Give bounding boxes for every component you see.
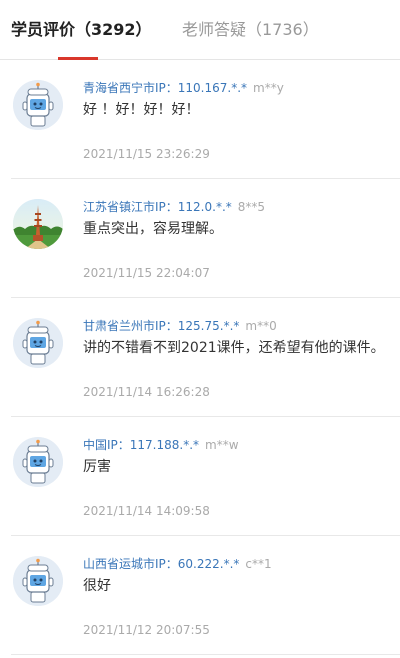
review-item: 青海省西宁市IP：110.167.*.* m**y 好 ！好！好！好！ 2021/… [11, 60, 400, 179]
review-timestamp: 2021/11/12 20:07:55 [83, 623, 210, 637]
reviewer-name: c**1 [245, 557, 272, 571]
reviewer-name: m**0 [245, 319, 277, 333]
review-item: 中国IP：117.188.*.* m**w 厉害 2021/11/14 14:09… [11, 417, 400, 536]
tab-bar: 学员评价（3292） 老师答疑（1736） [0, 0, 400, 60]
review-meta: 山西省运城市IP：60.222.*.* c**1 [83, 556, 272, 572]
review-text: 很好 [83, 578, 111, 594]
review-item: 江苏省镇江市IP：112.0.*.* 8**5 重点突出，容易理解。 2021/1… [11, 179, 400, 298]
review-text: 重点突出，容易理解。 [83, 221, 223, 237]
robot-avatar-icon [13, 318, 63, 368]
tab-teacher-answers[interactable]: 老师答疑（1736） [182, 19, 319, 41]
robot-avatar-icon [13, 556, 63, 606]
review-meta: 甘肃省兰州市IP：125.75.*.* m**0 [83, 318, 277, 334]
reviewer-name: 8**5 [237, 200, 266, 214]
review-text: 厉害 [83, 459, 111, 475]
review-meta: 青海省西宁市IP：110.167.*.* m**y [83, 80, 284, 96]
review-item: 山西省运城市IP：60.222.*.* c**1 很好 2021/11/12 20… [11, 536, 400, 655]
robot-avatar-icon [13, 437, 63, 487]
review-item: 甘肃省兰州市IP：125.75.*.* m**0 讲的不错看不到2021课件，还希… [11, 298, 400, 417]
review-text: 好 ！好！好！好！ [83, 102, 200, 118]
review-timestamp: 2021/11/14 16:26:28 [83, 385, 210, 399]
reviewer-name: m**y [253, 81, 284, 95]
reviewer-name: m**w [205, 438, 239, 452]
robot-avatar-icon [13, 80, 63, 130]
tab-student-reviews[interactable]: 学员评价（3292） [11, 19, 152, 41]
review-meta: 江苏省镇江市IP：112.0.*.* 8**5 [83, 199, 265, 215]
review-text: 讲的不错看不到2021课件，还希望有他的课件。 [83, 340, 385, 356]
review-timestamp: 2021/11/14 14:09:58 [83, 504, 210, 518]
review-meta: 中国IP：117.188.*.* m**w [83, 437, 239, 453]
reviewer-location[interactable]: 中国IP：117.188.*.* [83, 438, 199, 452]
reviewer-location[interactable]: 山西省运城市IP：60.222.*.* [83, 557, 239, 571]
review-timestamp: 2021/11/15 23:26:29 [83, 147, 210, 161]
reviewer-location[interactable]: 青海省西宁市IP：110.167.*.* [83, 81, 247, 95]
review-timestamp: 2021/11/15 22:04:07 [83, 266, 210, 280]
reviewer-location[interactable]: 江苏省镇江市IP：112.0.*.* [83, 200, 232, 214]
reviewer-location[interactable]: 甘肃省兰州市IP：125.75.*.* [83, 319, 239, 333]
review-list: 青海省西宁市IP：110.167.*.* m**y 好 ！好！好！好！ 2021/… [0, 60, 400, 655]
tower-landscape-avatar-icon [13, 199, 63, 249]
